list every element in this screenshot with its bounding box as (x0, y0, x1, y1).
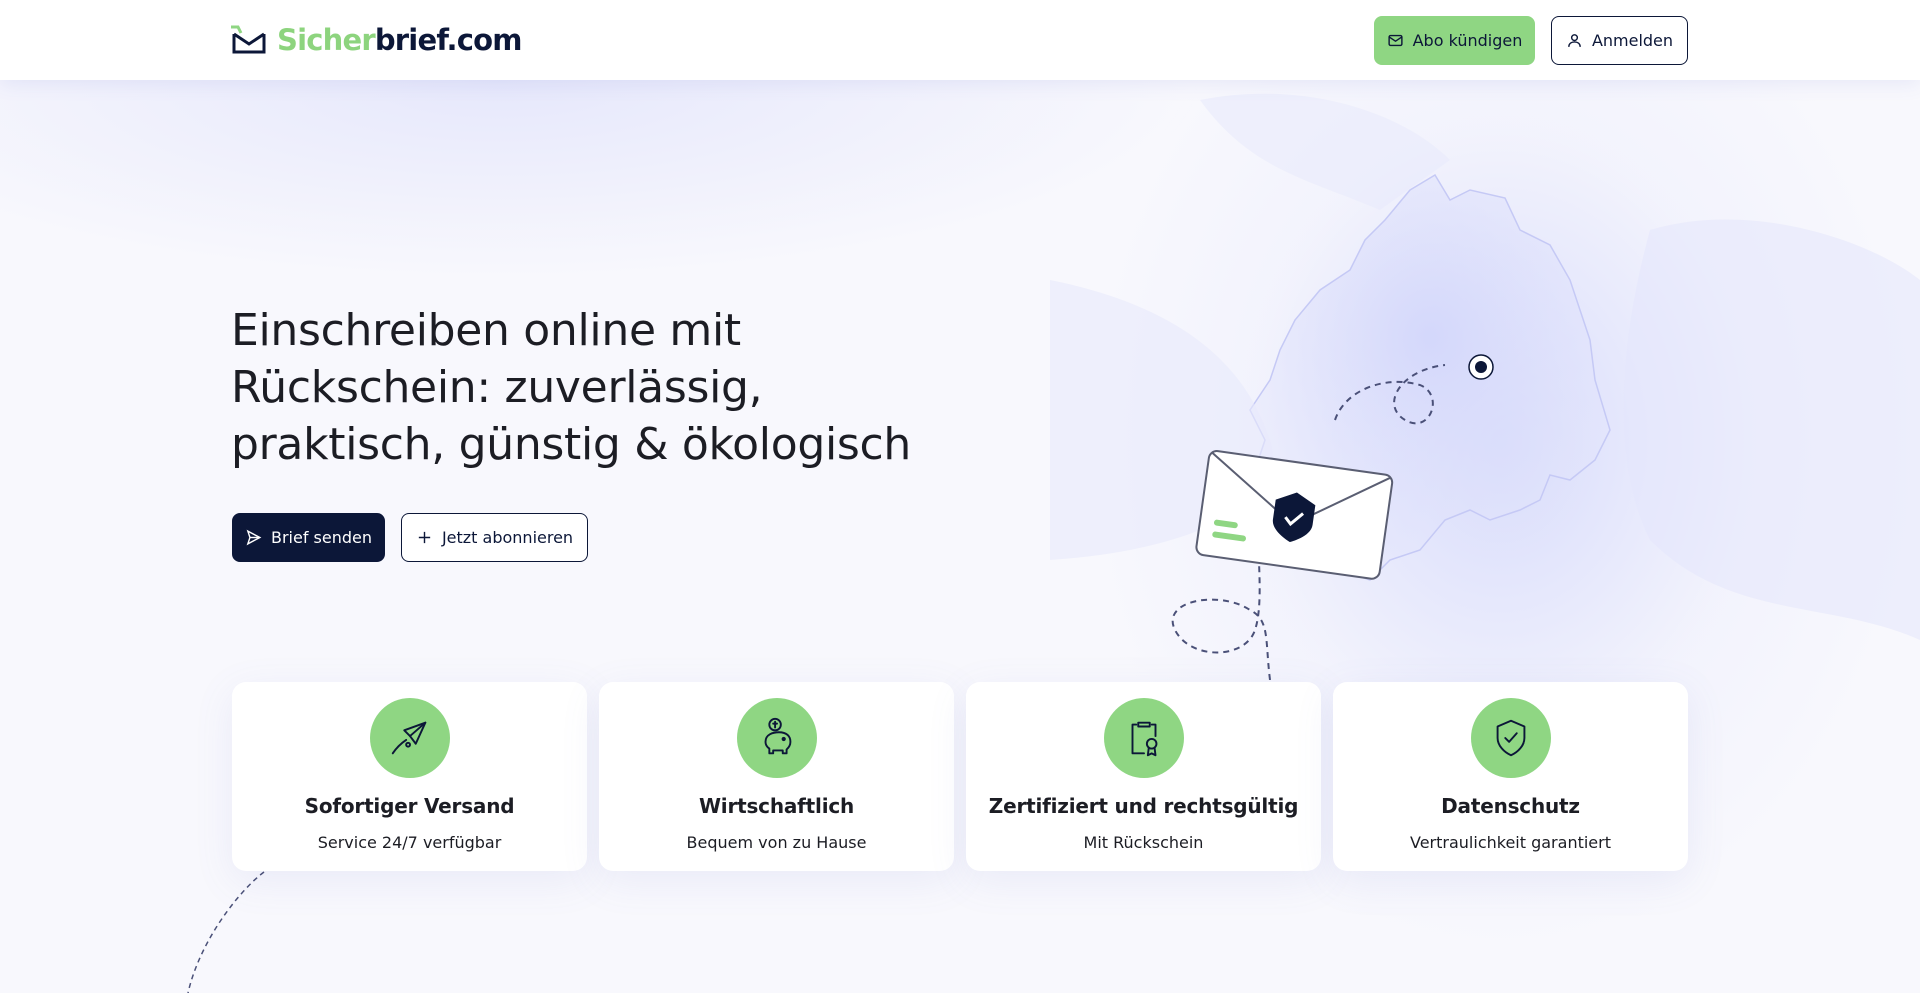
user-icon (1568, 34, 1581, 47)
feature-card-economical: Wirtschaftlich Bequem von zu Hause (599, 682, 954, 871)
send-icon (246, 529, 262, 546)
feature-subtitle: Mit Rückschein (1083, 833, 1204, 852)
login-label: Anmelden (1591, 31, 1674, 50)
send-letter-button[interactable]: Brief senden (232, 513, 385, 562)
paper-plane-icon (370, 698, 450, 778)
feature-subtitle: Bequem von zu Hause (686, 833, 867, 852)
certificate-icon (1104, 698, 1184, 778)
cancel-subscription-button[interactable]: Abo kündigen (1374, 16, 1535, 65)
location-pin-icon (1468, 354, 1494, 380)
site-header: Sicherbrief.com Abo kündigen Anmelden (0, 0, 1920, 80)
subscribe-label: Jetzt abonnieren (441, 528, 574, 547)
plus-icon (418, 531, 431, 544)
logo[interactable]: Sicherbrief.com (231, 22, 523, 58)
feature-title: Datenschutz (1441, 794, 1580, 818)
feature-card-instant-shipping: Sofortiger Versand Service 24/7 verfügba… (232, 682, 587, 871)
subscribe-button[interactable]: Jetzt abonnieren (401, 513, 588, 562)
feature-title: Sofortiger Versand (304, 794, 515, 818)
logo-text-brief: brief.com (374, 23, 523, 57)
hero-title: Einschreiben online mit Rückschein: zuve… (231, 305, 911, 470)
shield-check-icon (1471, 698, 1551, 778)
cancel-subscription-label: Abo kündigen (1412, 31, 1523, 50)
send-letter-label: Brief senden (270, 528, 373, 547)
envelope-illustration-icon (1171, 364, 1446, 680)
logo-text: Sicherbrief.com (277, 23, 523, 57)
feature-title: Wirtschaftlich (698, 794, 855, 818)
envelope-icon (1388, 34, 1403, 47)
feature-card-privacy: Datenschutz Vertraulichkeit garantiert (1333, 682, 1688, 871)
dashed-path-decoration-icon (187, 871, 265, 993)
feature-card-certified: Zertifiziert und rechtsgültig Mit Rücksc… (966, 682, 1321, 871)
feature-subtitle: Vertraulichkeit garantiert (1410, 833, 1611, 852)
feature-subtitle: Service 24/7 verfügbar (317, 833, 502, 852)
envelope-logo-icon (231, 25, 266, 54)
feature-title: Zertifiziert und rechtsgültig (988, 794, 1299, 818)
logo-text-sicher: Sicher (277, 23, 376, 57)
piggy-bank-icon (737, 698, 817, 778)
login-button[interactable]: Anmelden (1551, 16, 1688, 65)
